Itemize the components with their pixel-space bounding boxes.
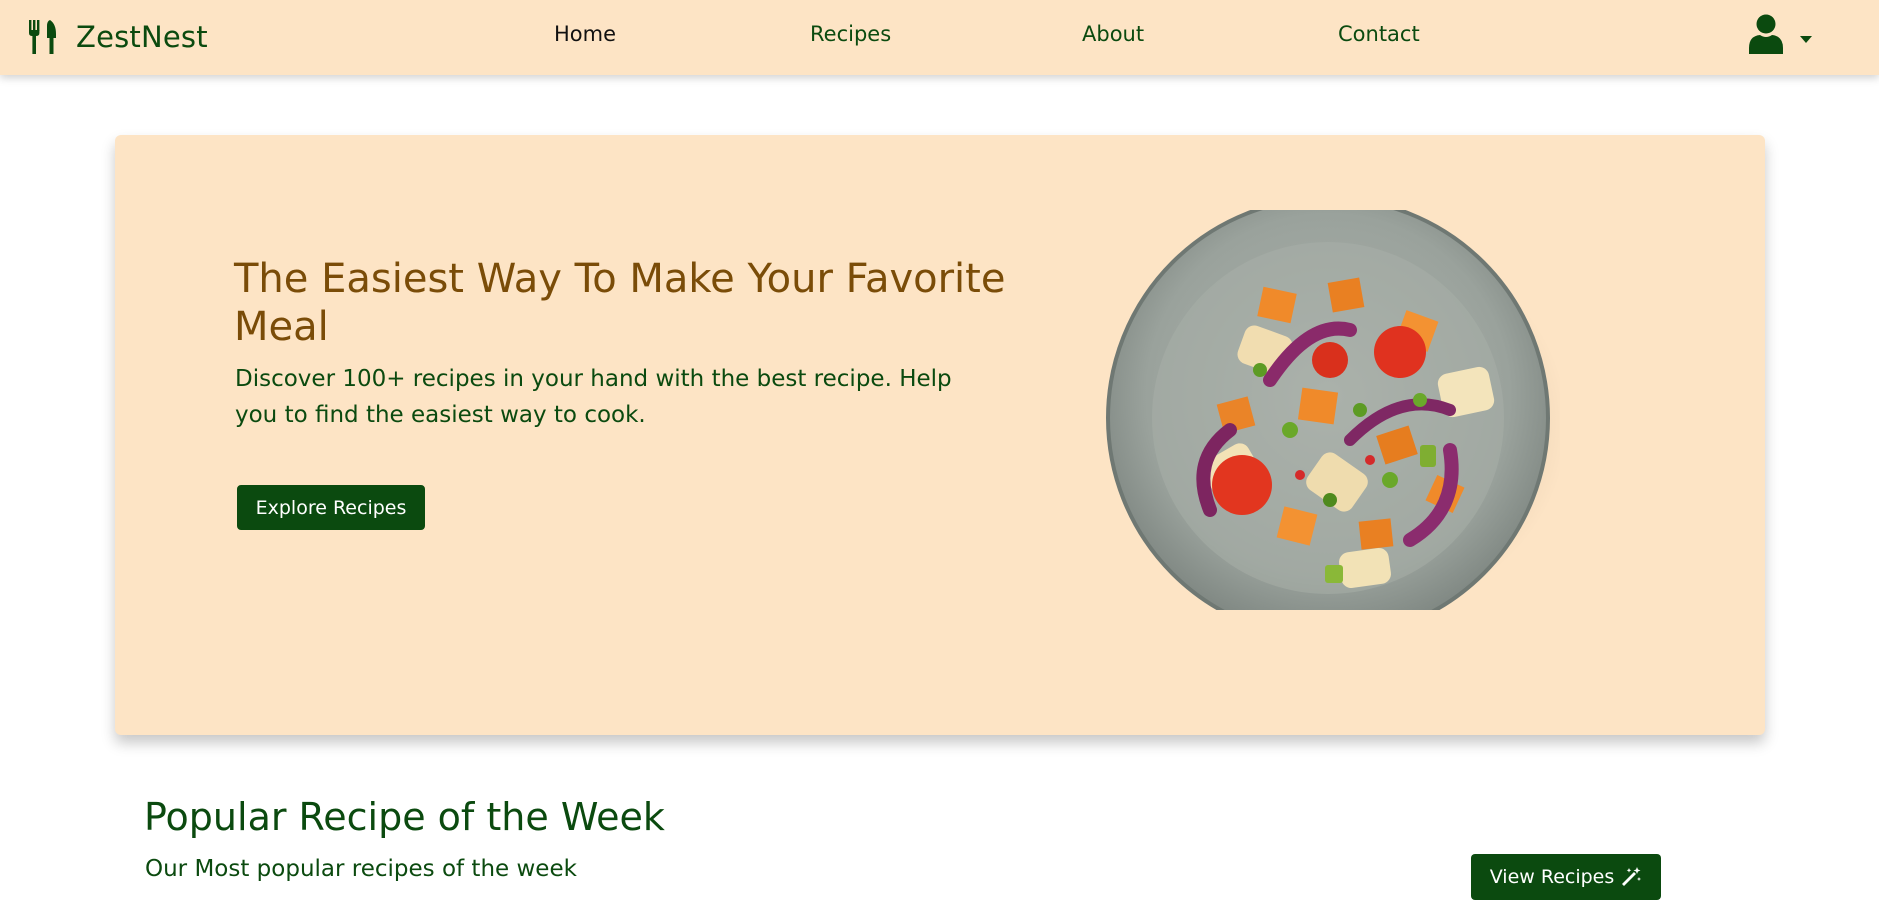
popular-section-subtitle: Our Most popular recipes of the week: [145, 856, 577, 882]
hero-title: The Easiest Way To Make Your Favorite Me…: [234, 256, 1006, 350]
navbar: ZestNest Home Recipes About Contact: [0, 0, 1879, 75]
caret-down-icon: [1800, 36, 1812, 43]
salad-bowl-image: [1106, 210, 1560, 610]
user-icon: [1749, 14, 1783, 54]
brand-name: ZestNest: [76, 20, 208, 54]
user-menu-toggle[interactable]: [1748, 14, 1812, 54]
nav-link-recipes[interactable]: Recipes: [810, 22, 891, 46]
nav-link-about[interactable]: About: [1082, 22, 1144, 46]
view-recipes-button[interactable]: View Recipes: [1471, 854, 1661, 900]
hero-banner: The Easiest Way To Make Your Favorite Me…: [115, 135, 1765, 735]
magic-wand-icon: [1622, 867, 1642, 886]
nav-link-contact[interactable]: Contact: [1338, 22, 1420, 46]
hero-subtitle: Discover 100+ recipes in your hand with …: [235, 366, 952, 428]
explore-recipes-button[interactable]: Explore Recipes: [237, 485, 425, 530]
nav-link-home[interactable]: Home: [554, 22, 616, 46]
fork-knife-icon: [29, 20, 56, 54]
brand[interactable]: ZestNest: [28, 17, 208, 57]
view-recipes-label: View Recipes: [1489, 866, 1615, 888]
popular-section-title: Popular Recipe of the Week: [144, 795, 665, 839]
